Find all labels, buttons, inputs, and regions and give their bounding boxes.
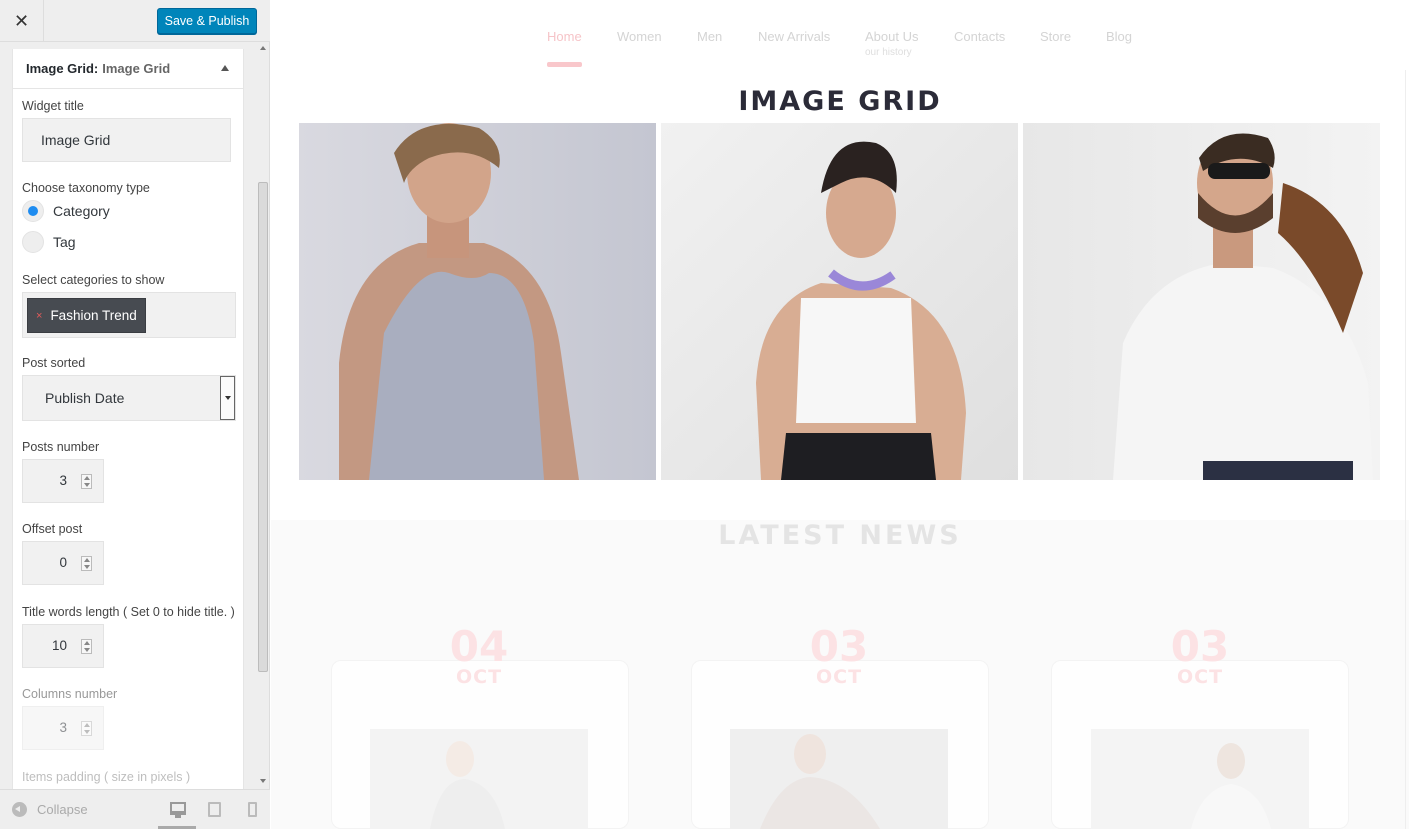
nav-store[interactable]: Store [1040,29,1071,44]
nav-blog[interactable]: Blog [1106,29,1132,44]
nav-home[interactable]: Home [547,29,582,44]
close-icon[interactable]: ✕ [0,0,44,42]
posts-number-input[interactable]: 3 [22,459,104,503]
scroll-up-icon[interactable] [260,46,266,50]
posts-number-label: Posts number [22,440,100,454]
columns-input[interactable]: 3 [22,706,104,750]
collapse-icon [12,802,27,817]
customizer-footer: Collapse [0,789,270,829]
categories-select[interactable]: × Fashion Trend [22,292,236,338]
offset-value: 0 [59,555,67,570]
widget-title-label: Widget title [22,99,84,113]
grid-image-1[interactable] [299,123,656,480]
nav-contacts[interactable]: Contacts [954,29,1005,44]
padding-label: Items padding ( size in pixels ) [22,770,191,784]
nav-about-us[interactable]: About Us [865,29,918,44]
preview-edge [1405,70,1406,829]
news-image-2[interactable] [730,729,948,829]
widget-panel: Image Grid: Image Grid Widget title Imag… [12,49,244,794]
customizer-sidebar: ✕ Save & Publish Image Grid: Image Grid … [0,0,270,829]
news-month-3: OCT [1176,666,1224,688]
desktop-icon[interactable] [170,802,186,815]
posts-number-value: 3 [59,473,67,488]
caret-up-icon[interactable] [221,65,229,71]
taxonomy-label: Choose taxonomy type [22,181,150,195]
chevron-down-icon[interactable] [220,376,235,420]
stepper-icon[interactable] [81,639,92,654]
widget-header[interactable]: Image Grid: Image Grid [13,49,243,89]
customizer-header: ✕ Save & Publish [0,0,270,42]
nav-men[interactable]: Men [697,29,722,44]
grid-image-3[interactable] [1023,123,1380,480]
post-sorted-value: Publish Date [45,390,125,406]
news-month-2: OCT [815,666,863,688]
title-words-label: Title words length ( Set 0 to hide title… [22,605,235,619]
widget-type-label: Image Grid: [26,61,99,76]
title-words-input[interactable]: 10 [22,624,104,668]
news-day-1: 04 [449,622,509,671]
image-grid-title: IMAGE GRID [738,86,942,117]
nav-new-arrivals[interactable]: New Arrivals [758,29,830,44]
radio-category[interactable] [22,200,44,222]
site-preview: Home Women Men New Arrivals About Us our… [271,0,1409,829]
grid-image-2[interactable] [661,123,1018,480]
remove-icon[interactable]: × [36,310,42,322]
category-chip[interactable]: × Fashion Trend [27,298,146,333]
nav-women[interactable]: Women [617,29,662,44]
columns-value: 3 [59,720,67,735]
news-day-2: 03 [809,622,869,671]
radio-tag[interactable] [22,231,44,253]
news-image-1[interactable] [370,729,588,829]
scroll-down-icon[interactable] [260,779,266,783]
mobile-icon[interactable] [248,802,257,817]
widget-title-input[interactable]: Image Grid [22,118,231,162]
news-month-1: OCT [455,666,503,688]
radio-tag-label[interactable]: Tag [53,234,76,250]
sidebar-scrollbar[interactable] [257,42,269,787]
collapse-label: Collapse [37,802,88,817]
categories-label: Select categories to show [22,273,165,287]
news-image-3[interactable] [1091,729,1309,829]
title-words-value: 10 [51,638,67,653]
latest-news-title: LATEST NEWS [718,520,962,551]
widget-name: Image Grid [102,61,171,76]
collapse-button[interactable]: Collapse [12,802,88,817]
tablet-icon[interactable] [208,802,221,817]
desktop-stand [175,815,181,818]
offset-input[interactable]: 0 [22,541,104,585]
stepper-icon[interactable] [81,721,92,736]
offset-label: Offset post [22,522,83,536]
stepper-icon[interactable] [81,556,92,571]
scrollbar-thumb[interactable] [258,182,268,672]
stepper-icon[interactable] [81,474,92,489]
nav-active-indicator [547,62,582,67]
news-day-3: 03 [1170,622,1230,671]
columns-label: Columns number [22,687,118,701]
category-chip-label: Fashion Trend [50,308,137,323]
radio-category-label[interactable]: Category [53,203,110,219]
post-sorted-select[interactable]: Publish Date [22,375,236,421]
nav-about-sub: our history [865,47,912,58]
save-publish-button[interactable]: Save & Publish [157,8,257,34]
post-sorted-label: Post sorted [22,356,86,370]
